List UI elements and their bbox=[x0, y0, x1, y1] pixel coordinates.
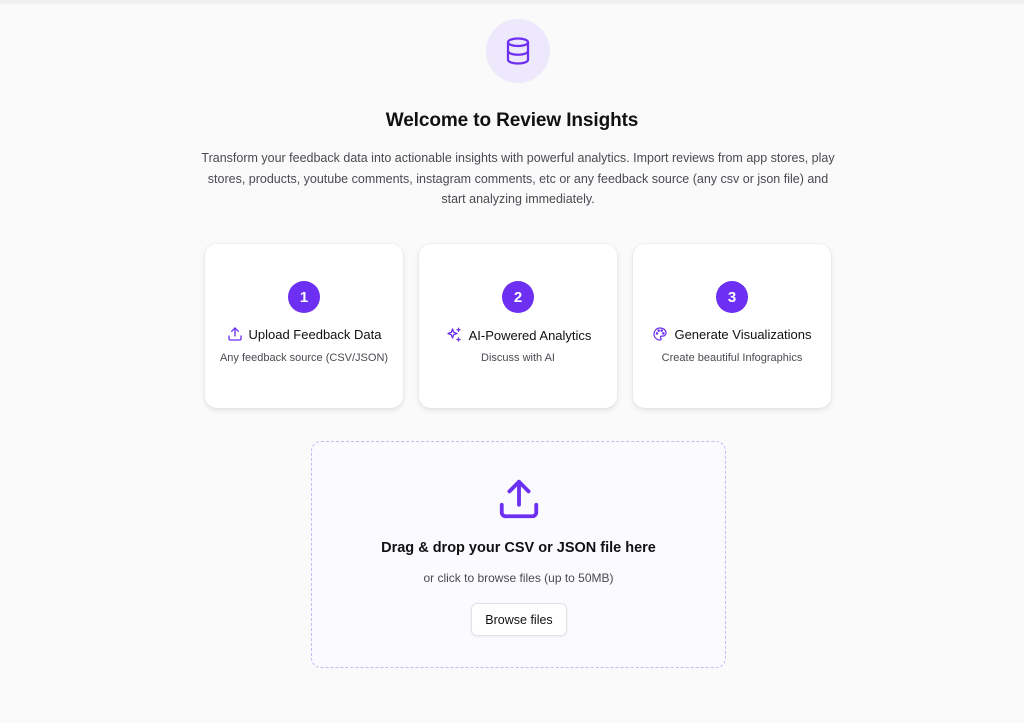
browse-files-button[interactable]: Browse files bbox=[471, 603, 567, 636]
sparkles-icon bbox=[446, 327, 461, 342]
step-number: 2 bbox=[502, 281, 534, 313]
step-card-upload: 1 Upload Feedback Data Any feedback sour… bbox=[205, 244, 403, 408]
step-title: Generate Visualizations bbox=[674, 326, 812, 342]
database-icon bbox=[486, 19, 550, 83]
step-title: Upload Feedback Data bbox=[248, 326, 382, 342]
step-subtitle: Discuss with AI bbox=[481, 352, 555, 364]
file-dropzone[interactable]: Drag & drop your CSV or JSON file here o… bbox=[311, 441, 726, 668]
step-heading: Generate Visualizations bbox=[633, 326, 831, 342]
dropzone-subtitle: or click to browse files (up to 50MB) bbox=[423, 571, 614, 585]
upload-icon bbox=[499, 479, 539, 519]
page-description: Transform your feedback data into action… bbox=[201, 151, 835, 206]
upload-icon bbox=[227, 327, 242, 341]
palette-icon bbox=[653, 327, 668, 341]
page-title: Welcome to Review Insights bbox=[385, 110, 639, 131]
step-subtitle: Create beautiful Infographics bbox=[661, 352, 803, 364]
step-subtitle: Any feedback source (CSV/JSON) bbox=[219, 352, 389, 364]
step-number: 3 bbox=[716, 281, 748, 313]
step-heading: Upload Feedback Data bbox=[205, 326, 403, 342]
step-heading: AI-Powered Analytics bbox=[419, 326, 617, 344]
step-card-visualizations: 3 Generate Visualizations Create beautif… bbox=[633, 244, 831, 408]
dropzone-title: Drag & drop your CSV or JSON file here bbox=[381, 540, 656, 556]
step-card-analytics: 2 AI-Powered Analytics Discuss with AI bbox=[419, 244, 617, 408]
step-title: AI-Powered Analytics bbox=[468, 327, 592, 343]
step-number: 1 bbox=[288, 281, 320, 313]
top-bar bbox=[0, 0, 1024, 4]
